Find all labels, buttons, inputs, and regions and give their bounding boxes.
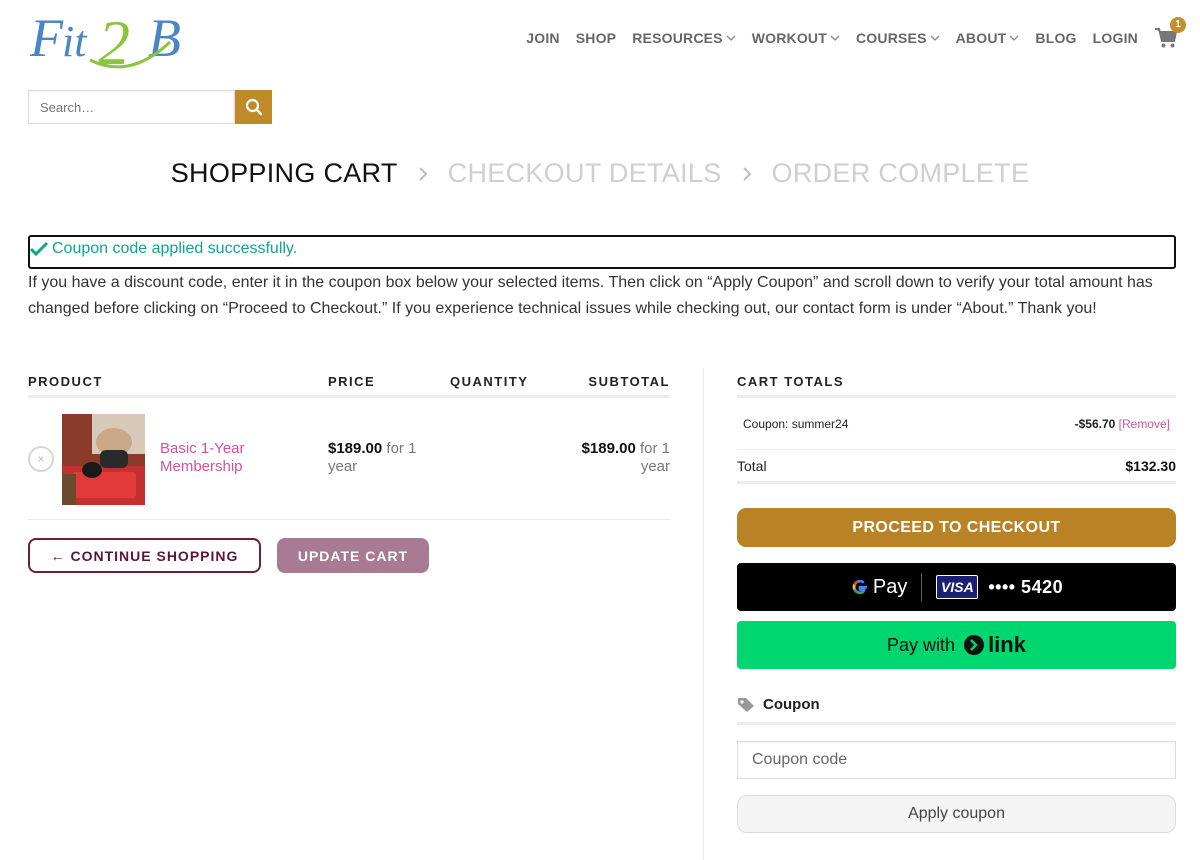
- notice-message: Coupon code applied successfully.: [52, 240, 298, 257]
- check-icon: [30, 241, 48, 257]
- step-order-complete: ORDER COMPLETE: [771, 158, 1030, 188]
- nav-shop-label: SHOP: [575, 30, 617, 46]
- coupon-code-input[interactable]: [737, 741, 1176, 779]
- remove-item-button[interactable]: ×: [28, 446, 54, 472]
- step-checkout-details[interactable]: CHECKOUT DETAILS: [448, 158, 722, 189]
- card-last-digits: •••• 5420: [988, 576, 1064, 597]
- search-form: [28, 90, 272, 124]
- header-price: PRICE: [328, 374, 376, 389]
- nav-courses[interactable]: COURSES: [856, 30, 940, 46]
- order-total-row: Total $132.30: [737, 450, 1176, 484]
- coupon-instructions: If you have a discount code, enter it in…: [28, 274, 1153, 317]
- checkout-steps: SHOPPING CART CHECKOUT DETAILS ORDER COM…: [0, 158, 1200, 189]
- nav-shop[interactable]: SHOP: [576, 30, 616, 46]
- nav-blog[interactable]: BLOG: [1035, 30, 1076, 46]
- continue-shopping-button[interactable]: ← CONTINUE SHOPPING: [28, 538, 261, 573]
- coupon-success-notice: Coupon code applied successfully.: [28, 235, 1176, 269]
- order-total-value: $132.30: [1125, 457, 1176, 474]
- nav-workout-label: WORKOUT: [751, 30, 827, 46]
- header-cart-button[interactable]: 1: [1154, 17, 1186, 49]
- product-thumbnail[interactable]: [62, 414, 145, 505]
- header-subtotal: SUBTOTAL: [588, 374, 670, 389]
- cart-item-row: × Basic 1-Year Membership $189.00 for 1 …: [28, 398, 670, 520]
- chevron-down-icon: [1009, 35, 1019, 41]
- nav-join-label: JOIN: [526, 30, 560, 46]
- product-name-link[interactable]: Basic 1-Year Membership: [160, 440, 280, 476]
- product-subtotal: $189.00 for 1 year: [560, 440, 670, 476]
- header-product: PRODUCT: [28, 374, 103, 389]
- cart-totals: CART TOTALS Coupon: summer24 -$56.70 [Re…: [737, 368, 1176, 833]
- chevron-down-icon: [726, 35, 736, 41]
- chevron-down-icon: [930, 35, 940, 41]
- fit2b-logo[interactable]: F it 2 B: [30, 2, 220, 74]
- header-quantity: QUANTITY: [450, 374, 529, 389]
- nav-join[interactable]: JOIN: [526, 30, 559, 46]
- remove-coupon-link[interactable]: [Remove]: [1119, 417, 1170, 431]
- chevron-down-icon: [830, 35, 840, 41]
- google-pay-button[interactable]: Pay VISA •••• 5420: [737, 563, 1176, 611]
- svg-text:it: it: [62, 17, 88, 66]
- order-total-label: Total: [737, 457, 767, 474]
- cart-count-badge: 1: [1170, 17, 1186, 33]
- product-price: $189.00 for 1 year: [328, 440, 438, 476]
- google-pay-text: Pay: [872, 575, 908, 598]
- nav-courses-label: COURSES: [855, 30, 927, 46]
- visa-card-icon: VISA: [936, 575, 979, 599]
- link-brand-text: link: [988, 632, 1026, 657]
- applied-coupon-amount-wrap: -$56.70 [Remove]: [1075, 417, 1170, 431]
- nav-login-label: LOGIN: [1092, 30, 1138, 46]
- subtotal-amount: $189.00: [581, 440, 636, 457]
- main-nav: JOIN SHOP RESOURCES WORKOUT COURSES ABOU…: [510, 17, 1186, 49]
- nav-blog-label: BLOG: [1035, 30, 1077, 46]
- nav-about[interactable]: ABOUT: [956, 30, 1020, 46]
- proceed-to-checkout-button[interactable]: PROCEED TO CHECKOUT: [737, 508, 1176, 547]
- nav-resources[interactable]: RESOURCES: [632, 30, 736, 46]
- nav-about-label: ABOUT: [955, 30, 1007, 46]
- cart-totals-title: CART TOTALS: [737, 368, 1176, 398]
- applied-coupon-label: Coupon: summer24: [743, 416, 849, 431]
- coupon-section-title: Coupon: [763, 696, 820, 713]
- svg-text:F: F: [30, 8, 64, 68]
- price-amount: $189.00: [328, 440, 383, 457]
- applied-coupon-amount: -$56.70: [1074, 416, 1116, 431]
- applied-coupon-row: Coupon: summer24 -$56.70 [Remove]: [737, 398, 1176, 450]
- cart-actions: ← CONTINUE SHOPPING UPDATE CART: [28, 538, 429, 573]
- chevron-right-icon: [742, 166, 751, 181]
- nav-workout[interactable]: WORKOUT: [752, 30, 840, 46]
- step-shopping-cart[interactable]: SHOPPING CART: [171, 158, 398, 189]
- link-logo: link: [963, 632, 1026, 658]
- google-g-icon: [852, 579, 867, 595]
- svg-text:B: B: [148, 8, 181, 68]
- nav-login[interactable]: LOGIN: [1093, 30, 1138, 46]
- column-divider: [703, 368, 704, 860]
- search-icon: [245, 98, 262, 116]
- coupon-section-header: Coupon: [737, 693, 1176, 725]
- nav-resources-label: RESOURCES: [632, 30, 723, 46]
- google-pay-label: Pay: [850, 576, 907, 599]
- gpay-divider: [921, 573, 923, 601]
- link-pay-prefix: Pay with: [887, 634, 956, 655]
- cart-table: PRODUCT PRICE QUANTITY SUBTOTAL × Basic …: [28, 368, 670, 573]
- chevron-right-icon: [418, 166, 428, 181]
- cart-table-header: PRODUCT PRICE QUANTITY SUBTOTAL: [28, 368, 670, 398]
- tag-icon: [738, 697, 754, 712]
- update-cart-button[interactable]: UPDATE CART: [277, 538, 429, 573]
- search-input[interactable]: [28, 90, 235, 124]
- apply-coupon-button[interactable]: Apply coupon: [737, 795, 1176, 833]
- pay-with-link-button[interactable]: Pay with link: [737, 621, 1176, 669]
- search-button[interactable]: [235, 90, 272, 124]
- link-arrow-icon: [964, 635, 985, 655]
- subtotal-period: for 1 year: [639, 440, 670, 475]
